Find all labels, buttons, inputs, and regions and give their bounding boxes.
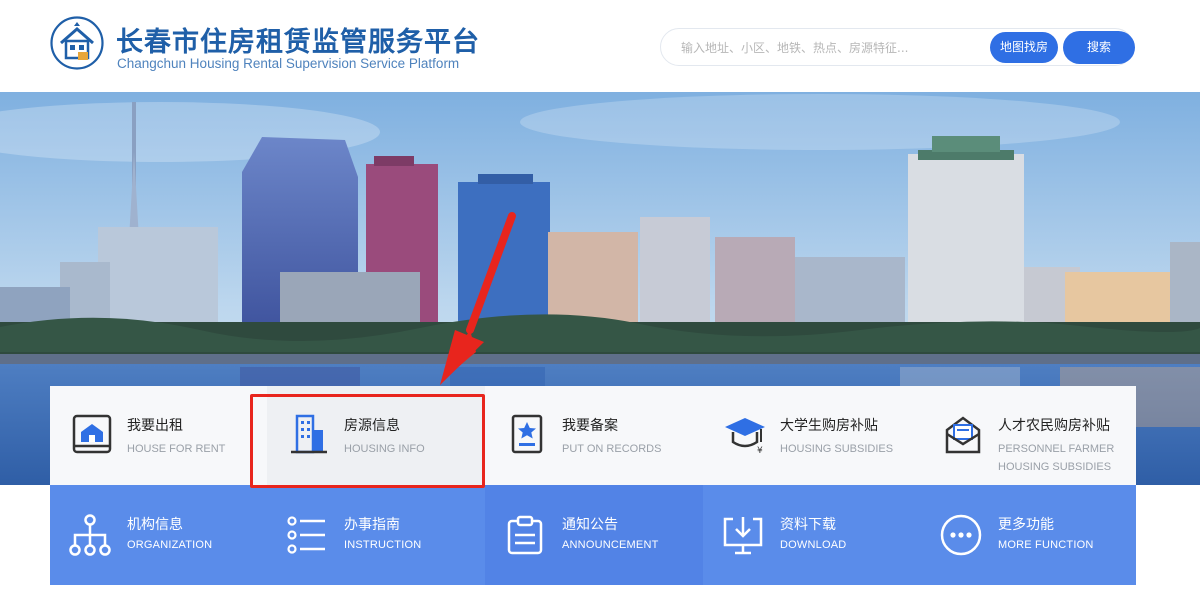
site-subtitle: Changchun Housing Rental Supervision Ser… — [117, 56, 460, 71]
service-label: 大学生购房补贴 — [780, 418, 878, 434]
service-label-en: MORE FUNCTION — [998, 539, 1094, 551]
org-chart-icon — [69, 514, 111, 556]
service-label: 资料下载 — [780, 517, 836, 533]
service-organization[interactable]: 机构信息 ORGANIZATION — [50, 485, 267, 585]
graduation-cap-icon: ¥ — [725, 418, 765, 456]
highlight-box — [250, 394, 485, 488]
service-label-en: PUT ON RECORDS — [562, 443, 662, 455]
service-housing-subsidies[interactable]: ¥ 大学生购房补贴 HOUSING SUBSIDIES — [703, 386, 921, 485]
service-put-on-records[interactable]: 我要备案 PUT ON RECORDS — [485, 386, 703, 485]
service-label-en-line1: PERSONNEL FARMER — [998, 443, 1115, 455]
service-instruction[interactable]: 办事指南 INSTRUCTION — [267, 485, 485, 585]
list-icon — [287, 516, 325, 554]
service-label-en: ORGANIZATION — [127, 539, 213, 551]
service-label: 通知公告 — [562, 517, 618, 533]
service-label: 机构信息 — [127, 517, 183, 533]
house-rent-icon — [72, 414, 112, 454]
download-icon — [723, 517, 763, 555]
service-label-en: DOWNLOAD — [780, 539, 847, 551]
service-label: 我要出租 — [127, 418, 183, 434]
service-label-en-line2: HOUSING SUBSIDIES — [998, 461, 1112, 473]
service-label: 更多功能 — [998, 517, 1054, 533]
search-button[interactable]: 搜索 — [1063, 31, 1135, 64]
service-house-for-rent[interactable]: 我要出租 HOUSE FOR RENT — [50, 386, 250, 485]
logo-icon[interactable] — [50, 16, 104, 70]
site-title: 长春市住房租赁监管服务平台 — [116, 27, 480, 58]
service-label-en: PERSONNEL FARMER HOUSING SUBSIDIES — [998, 440, 1114, 476]
service-announcement[interactable]: 通知公告 ANNOUNCEMENT — [485, 485, 703, 585]
site-header: 长春市住房租赁监管服务平台 Changchun Housing Rental S… — [0, 0, 1200, 92]
service-label-en: INSTRUCTION — [344, 539, 422, 551]
mail-icon — [945, 416, 981, 454]
services-bottom-panel: 机构信息 ORGANIZATION 办事指南 INSTRUCTION 通知公告 … — [50, 485, 1136, 585]
service-label-en: HOUSE FOR RENT — [127, 443, 226, 455]
service-label-en: HOUSING SUBSIDIES — [780, 443, 894, 455]
search-input[interactable] — [679, 37, 983, 59]
svg-text:¥: ¥ — [757, 446, 763, 456]
service-label: 我要备案 — [562, 418, 618, 434]
map-search-button[interactable]: 地图找房 — [990, 32, 1058, 63]
service-download[interactable]: 资料下载 DOWNLOAD — [703, 485, 921, 585]
record-star-icon — [511, 414, 543, 454]
service-label: 人才农民购房补贴 — [998, 418, 1110, 434]
clipboard-icon — [507, 515, 543, 555]
service-label: 办事指南 — [344, 517, 400, 533]
service-more-function[interactable]: 更多功能 MORE FUNCTION — [921, 485, 1136, 585]
more-icon — [940, 514, 982, 556]
services-top-panel: 我要出租 HOUSE FOR RENT 房源信息 HOUSING INFO 我要… — [50, 386, 1136, 485]
service-personnel-farmer-subsidies[interactable]: 人才农民购房补贴 PERSONNEL FARMER HOUSING SUBSID… — [921, 386, 1136, 485]
service-label-en: ANNOUNCEMENT — [562, 539, 659, 551]
